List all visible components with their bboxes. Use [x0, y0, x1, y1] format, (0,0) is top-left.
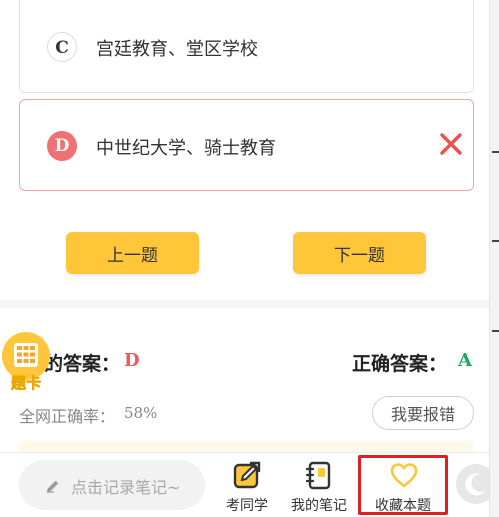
- edge-mark: [492, 240, 499, 242]
- my-notes-button[interactable]: 我的笔记: [285, 457, 353, 515]
- note-input[interactable]: 点击记录笔记~: [19, 460, 205, 510]
- answer-card-label: 题卡: [10, 374, 42, 393]
- edge-mark: [492, 151, 499, 153]
- question-screen: C 宫廷教育、堂区学校 D 中世纪大学、骑士教育 上一题 下一题 的答案： D …: [0, 0, 489, 517]
- notebook-icon: [305, 461, 331, 490]
- next-question-button[interactable]: 下一题: [293, 232, 426, 274]
- option-letter-c: C: [47, 32, 77, 62]
- moon-icon: [465, 473, 486, 496]
- answer-card-button[interactable]: 题卡: [0, 332, 52, 392]
- option-c[interactable]: C 宫廷教育、堂区学校: [19, 0, 474, 93]
- quiz-classmate-label: 考同学: [226, 498, 268, 514]
- report-error-button[interactable]: 我要报错: [372, 396, 474, 430]
- option-d[interactable]: D 中世纪大学、骑士教育: [19, 99, 474, 191]
- accuracy-rate-value: 58%: [124, 404, 158, 422]
- section-divider: [0, 300, 489, 308]
- correct-answer-label: 正确答案：: [352, 353, 448, 375]
- my-notes-label: 我的笔记: [291, 498, 347, 514]
- option-text-d: 中世纪大学、骑士教育: [96, 138, 276, 159]
- edge-mark: [492, 330, 499, 332]
- accuracy-rate-label: 全网正确率：: [19, 407, 116, 426]
- my-answer-label: 的答案：: [44, 353, 121, 375]
- edit-share-icon: [233, 461, 261, 489]
- option-text-c: 宫廷教育、堂区学校: [96, 39, 258, 60]
- quiz-classmate-button[interactable]: 考同学: [221, 457, 273, 515]
- my-answer-value: D: [124, 350, 140, 371]
- night-mode-button[interactable]: [456, 464, 489, 504]
- note-placeholder: 点击记录笔记~: [71, 478, 181, 497]
- window-edge: [489, 0, 499, 517]
- close-icon: [440, 133, 462, 155]
- option-letter-d: D: [47, 131, 77, 161]
- bottom-toolbar: 点击记录笔记~ 考同学 我的笔记 收藏本题: [0, 452, 489, 517]
- correct-answer-value: A: [458, 350, 472, 371]
- heart-icon: [390, 463, 418, 488]
- favorite-question-label: 收藏本题: [375, 498, 431, 514]
- pencil-icon: [47, 480, 59, 493]
- prev-question-button[interactable]: 上一题: [66, 232, 199, 274]
- favorite-question-button[interactable]: 收藏本题: [358, 455, 448, 515]
